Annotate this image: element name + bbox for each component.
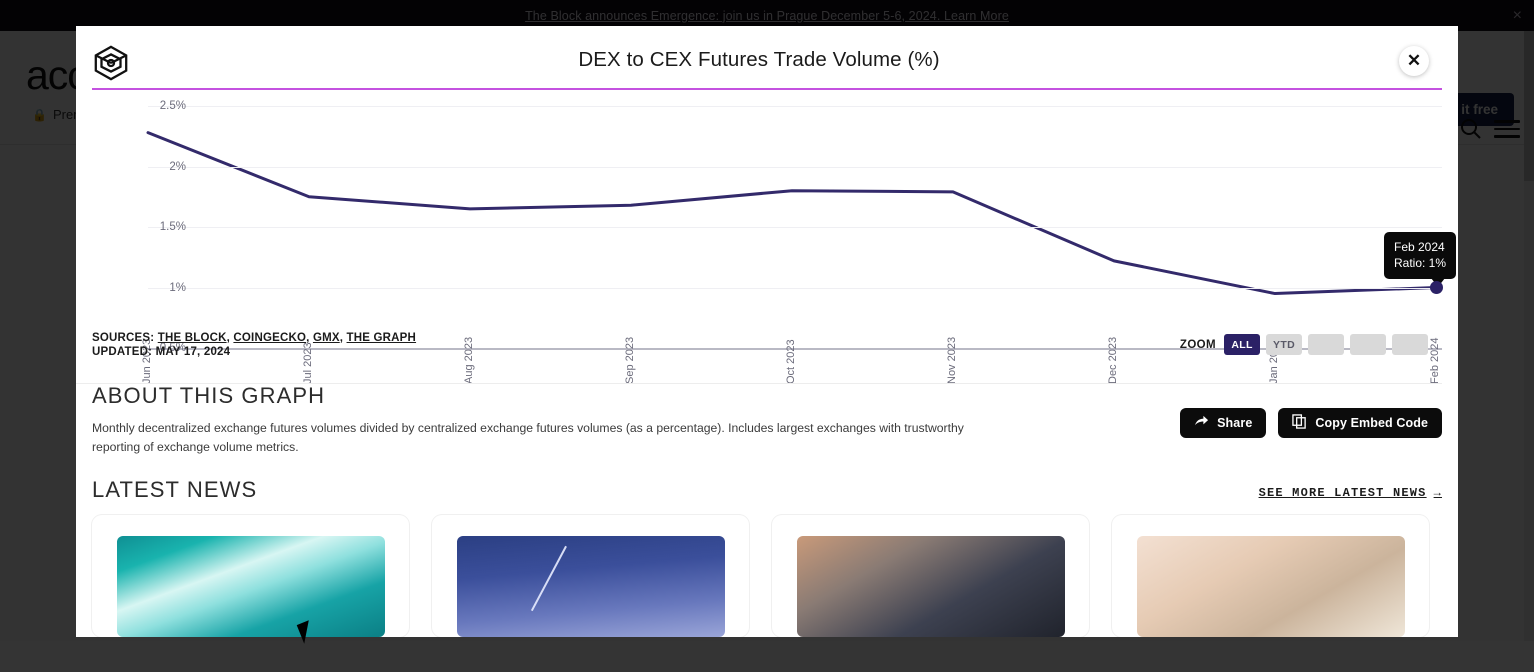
zoom-range-control[interactable]: ZOOM ALL YTD — [1180, 334, 1428, 355]
y-axis-tick-label: 2.5% — [159, 100, 186, 112]
embed-label: Copy Embed Code — [1315, 416, 1428, 430]
about-description: Monthly decentralized exchange futures v… — [92, 421, 964, 454]
share-label: Share — [1217, 416, 1253, 430]
x-axis-tick-label: Nov 2023 — [946, 336, 958, 384]
latest-news-grid — [92, 515, 1429, 637]
chart-card: DEX to CEX Futures Trade Volume (%) Feb … — [76, 26, 1457, 384]
updated-value: MAY 17, 2024 — [155, 345, 231, 358]
chart-gridline — [148, 287, 1442, 289]
y-axis-tick-label: 2% — [169, 160, 186, 173]
comet-streak — [531, 545, 568, 611]
accent-rule — [92, 88, 1442, 90]
chart-sources: SOURCES: THE BLOCK, COINGECKO, GMX, THE … — [92, 332, 416, 359]
chart-gridline — [148, 166, 1442, 168]
news-card[interactable] — [432, 515, 749, 637]
updated-label: UPDATED: — [92, 345, 153, 358]
chart-gridline — [148, 106, 1442, 107]
about-heading: ABOUT THIS GRAPH — [92, 383, 326, 408]
x-axis-tick-label: Oct 2023 — [785, 339, 797, 384]
tooltip-value: Ratio: 1% — [1394, 256, 1447, 270]
chart-line-series — [146, 131, 1438, 296]
source-link[interactable]: COINGECKO — [233, 332, 306, 344]
zoom-range-button-all[interactable]: ALL — [1224, 334, 1260, 355]
share-button[interactable]: Share — [1180, 408, 1267, 438]
updated-line: UPDATED: MAY 17, 2024 — [92, 346, 416, 360]
iceberg-aerial-photo — [117, 536, 385, 637]
credit-cards-photo — [797, 536, 1065, 637]
x-axis-tick-label: Feb 2024 — [1429, 337, 1441, 384]
x-axis-tick-label: Dec 2023 — [1107, 336, 1119, 384]
copy-embed-code-button[interactable]: Copy Embed Code — [1278, 408, 1442, 438]
zoom-range-button-ytd[interactable]: YTD — [1266, 334, 1302, 355]
modal-scroll-area: DEX to CEX Futures Trade Volume (%) Feb … — [76, 26, 1458, 637]
news-card[interactable] — [1112, 515, 1429, 637]
about-actions: Share Copy Embed Code — [1180, 408, 1442, 438]
see-more-label: SEE MORE LATEST NEWS — [1258, 486, 1427, 500]
close-icon[interactable]: ✕ — [1399, 46, 1429, 76]
tooltip-title: Feb 2024 — [1394, 240, 1445, 254]
x-axis-tick-label: Sep 2023 — [624, 336, 636, 384]
source-link[interactable]: THE GRAPH — [347, 332, 417, 344]
news-card[interactable] — [92, 515, 409, 637]
zoom-range-button-2[interactable] — [1308, 334, 1344, 355]
chart-gridline — [148, 227, 1442, 228]
news-card[interactable] — [772, 515, 1089, 637]
sources-line: SOURCES: THE BLOCK, COINGECKO, GMX, THE … — [92, 332, 416, 346]
source-link[interactable]: GMX — [313, 332, 340, 344]
see-more-latest-news-link[interactable]: SEE MORE LATEST NEWS → — [1259, 486, 1442, 500]
y-axis-tick-label: 1.5% — [159, 221, 186, 233]
sources-label: SOURCES: — [92, 332, 155, 344]
latest-news-heading: LATEST NEWS — [92, 477, 258, 502]
chart-data-point[interactable] — [1429, 281, 1443, 294]
cash-money-photo — [1137, 536, 1405, 637]
copy-icon — [1292, 414, 1307, 432]
bottom-bar — [0, 641, 1534, 672]
source-link[interactable]: THE BLOCK — [158, 332, 227, 344]
zoom-label: ZOOM — [1179, 338, 1216, 351]
x-axis-tick-label: Aug 2023 — [463, 336, 475, 384]
share-arrow-icon — [1194, 414, 1209, 432]
y-axis-tick-label: 1% — [169, 281, 186, 294]
sources-links[interactable]: THE BLOCK, COINGECKO, GMX, THE GRAPH — [158, 332, 416, 344]
zoom-range-button-3[interactable] — [1350, 334, 1386, 355]
chart-title: DEX to CEX Futures Trade Volume (%) — [578, 48, 940, 71]
chart-tooltip: Feb 2024 Ratio: 1% — [1384, 232, 1457, 279]
chart-modal: DEX to CEX Futures Trade Volume (%) Feb … — [76, 26, 1458, 637]
zoom-range-button-4[interactable] — [1392, 334, 1428, 355]
arrow-right-icon: → — [1433, 486, 1442, 500]
night-sky-comet-photo — [457, 536, 725, 637]
